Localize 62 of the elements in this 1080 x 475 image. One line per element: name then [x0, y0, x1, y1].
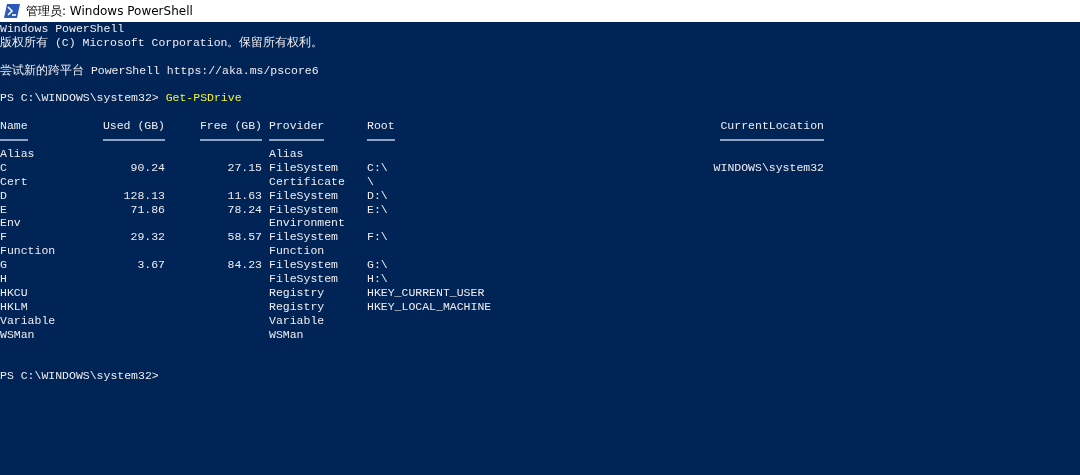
table-cell: F	[0, 230, 7, 244]
table-cell: Function	[269, 244, 325, 258]
table-cell: FileSystem	[269, 188, 338, 202]
table-cell: D:\	[367, 188, 388, 202]
notice-text: 尝试新的跨平台 PowerShell https://aka.ms/pscore6	[0, 63, 319, 77]
table-cell: Env	[0, 216, 21, 230]
table-cell: 84.23	[227, 258, 262, 272]
powershell-icon	[4, 4, 20, 18]
table-cell: WSMan	[269, 327, 304, 341]
table-cell: Variable	[0, 313, 56, 327]
table-cell: 128.13	[123, 188, 165, 202]
table-cell: HKLM	[0, 299, 28, 313]
table-cell: Function	[0, 244, 56, 258]
table-cell: H:\	[367, 272, 388, 286]
table-cell: FileSystem	[269, 202, 338, 216]
table-cell: HKEY_LOCAL_MACHINE	[367, 299, 492, 313]
table-cell: Registry	[269, 299, 325, 313]
table-cell: Environment	[269, 216, 345, 230]
column-header: CurrentLocation	[720, 119, 824, 142]
command-text: Get-PSDrive	[165, 91, 242, 106]
table-cell: HKEY_CURRENT_USER	[367, 285, 485, 299]
banner-text: 版权所有 (C) Microsoft Corporation。保留所有权利。	[0, 35, 324, 49]
table-cell: Certificate	[269, 174, 345, 188]
column-header: Root	[367, 119, 395, 142]
table-cell: 58.57	[227, 230, 262, 244]
table-cell: FileSystem	[269, 230, 338, 244]
table-cell: Variable	[269, 313, 325, 327]
table-cell: 27.15	[227, 160, 262, 174]
window-title: 管理员: Windows PowerShell	[26, 2, 193, 20]
table-cell: 71.86	[130, 202, 165, 216]
table-cell: WSMan	[0, 327, 35, 341]
table-cell: \	[367, 174, 374, 188]
table-cell: H	[0, 272, 7, 286]
table-cell: C	[0, 160, 7, 174]
banner-text: Windows PowerShell	[0, 22, 125, 35]
column-header: Free (GB)	[199, 119, 262, 142]
column-header: Used (GB)	[102, 119, 165, 142]
table-cell: F:\	[367, 230, 388, 244]
table-cell: G	[0, 258, 7, 272]
table-cell: G:\	[367, 258, 388, 272]
prompt-text: PS C:\WINDOWS\system32>	[0, 91, 159, 106]
table-cell: E	[0, 202, 7, 216]
table-cell: Alias	[269, 147, 304, 161]
table-cell: FileSystem	[269, 160, 338, 174]
table-cell: Registry	[269, 285, 325, 299]
table-cell: 78.24	[227, 202, 262, 216]
table-cell: 11.63	[227, 188, 262, 202]
table-cell: Cert	[0, 174, 28, 188]
prompt-text: PS C:\WINDOWS\system32>	[0, 369, 159, 383]
table-cell: E:\	[367, 202, 388, 216]
table-cell: 3.67	[137, 258, 165, 272]
table-cell: D	[0, 188, 7, 202]
table-cell: 29.32	[130, 230, 165, 244]
table-cell: Alias	[0, 147, 35, 161]
table-cell: C:\	[367, 160, 388, 174]
table-cell: 90.24	[130, 160, 165, 174]
table-cell: HKCU	[0, 285, 28, 299]
column-header: Name	[0, 119, 28, 142]
table-cell: WINDOWS\system32	[713, 160, 824, 174]
table-cell: FileSystem	[269, 272, 338, 286]
column-header: Provider	[269, 119, 325, 142]
table-cell: FileSystem	[269, 258, 338, 272]
